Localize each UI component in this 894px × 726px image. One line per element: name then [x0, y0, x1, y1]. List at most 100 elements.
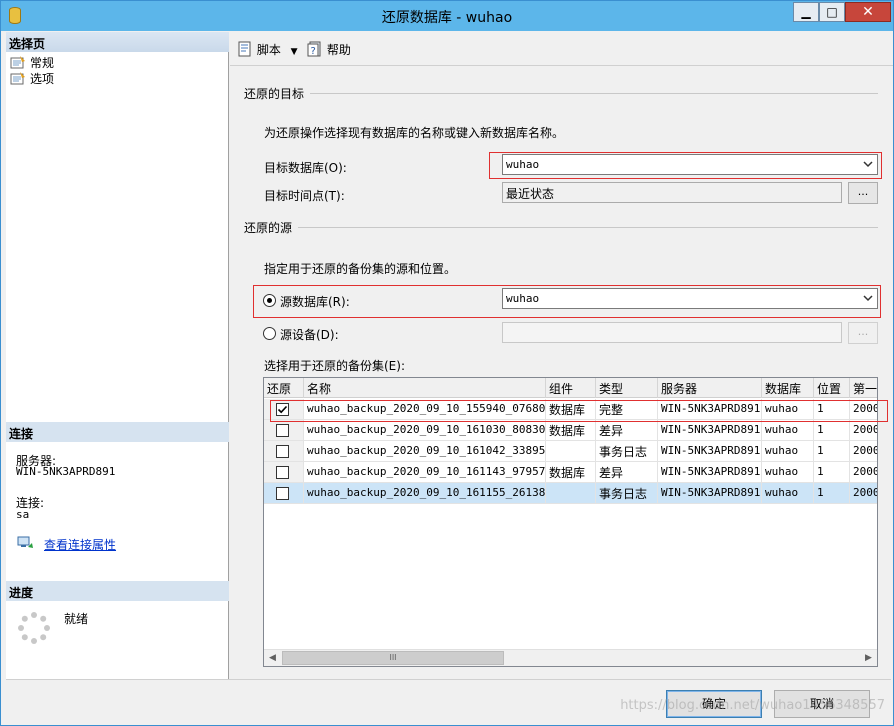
page-item-options[interactable]: 选项	[10, 70, 54, 87]
table-row[interactable]: wuhao_backup_2020_09_10_161155_2613898 事务…	[264, 483, 878, 504]
server-cell: WIN-5NK3APRD891	[658, 420, 762, 441]
source-device-radio[interactable]	[263, 327, 276, 340]
position-cell-text: 1	[817, 444, 824, 457]
first-lsn-cell: 2000	[850, 420, 878, 441]
scroll-right-icon[interactable]: ▶	[860, 650, 877, 666]
toolbar: 脚本 ▼ ? 帮助	[230, 32, 893, 66]
server-cell-text: WIN-5NK3APRD891	[661, 423, 761, 436]
source-device-browse-button[interactable]: ...	[848, 322, 878, 344]
type-cell: 差异	[596, 462, 658, 483]
group-divider	[298, 227, 878, 228]
column-header-restore[interactable]: 还原	[264, 378, 304, 398]
help-icon: ?	[307, 41, 321, 57]
table-row[interactable]: wuhao_backup_2020_09_10_161143_9795773 数据…	[264, 462, 877, 483]
name-cell: wuhao_backup_2020_09_10_161042_3389562	[304, 441, 546, 462]
destination-instruction: 为还原操作选择现有数据库的名称或键入新数据库名称。	[264, 126, 565, 140]
restore-checkbox[interactable]	[276, 445, 289, 458]
table-row[interactable]: wuhao_backup_2020_09_10_161042_3389562 事务…	[264, 441, 878, 462]
page-item-label: 常规	[30, 56, 55, 70]
main-panel: 还原的目标 为还原操作选择现有数据库的名称或键入新数据库名称。 目标数据库(O)…	[230, 67, 893, 679]
page-settings-icon	[10, 72, 25, 85]
column-header-component[interactable]: 组件	[546, 378, 596, 398]
database-cell: wuhao	[762, 441, 814, 462]
column-header-database[interactable]: 数据库	[762, 378, 814, 398]
progress-spinner-icon	[18, 612, 50, 644]
maximize-button[interactable]: □	[819, 2, 845, 22]
column-header-server[interactable]: 服务器	[658, 378, 762, 398]
maximize-icon: □	[826, 5, 838, 19]
first-lsn-cell: 2000	[850, 441, 878, 462]
view-connection-properties-link[interactable]: 查看连接属性	[44, 536, 116, 553]
close-button[interactable]: ✕	[845, 2, 891, 22]
type-cell: 事务日志	[596, 483, 658, 504]
target-time-browse-button[interactable]: ...	[848, 182, 878, 204]
page-item-general[interactable]: 常规	[10, 54, 54, 71]
first-lsn-cell-text: 2000	[853, 486, 878, 499]
component-cell-text: 数据库	[549, 424, 586, 438]
restore-checkbox[interactable]	[276, 487, 289, 500]
select-page-header: 选择页	[6, 32, 229, 52]
name-cell-text: wuhao_backup_2020_09_10_161143_9795773	[307, 465, 546, 478]
name-cell-text: wuhao_backup_2020_09_10_161030_8083097	[307, 423, 546, 436]
name-cell: wuhao_backup_2020_09_10_161030_8083097	[304, 420, 546, 441]
column-header-type[interactable]: 类型	[596, 378, 658, 398]
scroll-left-icon[interactable]: ◀	[264, 650, 281, 666]
page-settings-icon	[10, 56, 25, 69]
close-icon: ✕	[862, 4, 874, 20]
database-cell-text: wuhao	[765, 423, 799, 436]
restore-checkbox[interactable]	[276, 424, 289, 437]
restore-checkbox[interactable]	[276, 466, 289, 479]
name-cell-text: wuhao_backup_2020_09_10_161155_2613898	[307, 486, 546, 499]
chevron-down-icon[interactable]: ▼	[291, 47, 298, 57]
column-header-first-lsn[interactable]: 第一	[850, 378, 877, 398]
table-row[interactable]: wuhao_backup_2020_09_10_161030_8083097 数据…	[264, 420, 878, 441]
column-header-position[interactable]: 位置	[814, 378, 850, 398]
restore-cell[interactable]	[264, 441, 304, 462]
type-cell-text: 事务日志	[599, 487, 648, 501]
server-cell-text: WIN-5NK3APRD891	[661, 486, 761, 499]
help-label: 帮助	[326, 43, 351, 57]
restore-cell[interactable]	[264, 420, 304, 441]
backup-sets-label: 选择用于还原的备份集(E):	[264, 359, 405, 373]
first-lsn-cell: 2000	[850, 483, 878, 504]
database-cell: wuhao	[762, 420, 814, 441]
scrollbar-thumb[interactable]: III	[282, 651, 504, 665]
horizontal-scrollbar[interactable]: ◀ III ▶	[264, 649, 877, 666]
target-database-label: 目标数据库(O):	[264, 161, 347, 175]
connection-properties-icon	[17, 536, 33, 548]
server-cell: WIN-5NK3APRD891	[658, 483, 762, 504]
server-cell-text: WIN-5NK3APRD891	[661, 465, 761, 478]
grid-header: 还原 名称 组件 类型 服务器 数据库 位置 第一	[264, 378, 877, 398]
component-cell-text: 数据库	[549, 466, 586, 480]
highlight-box	[270, 400, 888, 422]
source-group-title: 还原的源	[244, 221, 293, 235]
first-lsn-cell: 2000	[850, 462, 877, 483]
progress-status: 就绪	[64, 612, 89, 626]
database-cell-text: wuhao	[765, 465, 799, 478]
database-cell: wuhao	[762, 483, 814, 504]
target-time-field: 最近状态	[502, 182, 842, 203]
help-button[interactable]: ? 帮助	[307, 41, 351, 58]
type-cell: 事务日志	[596, 441, 658, 462]
position-cell: 1	[814, 420, 850, 441]
window-title: 还原数据库 - wuhao	[381, 10, 513, 26]
destination-group-title: 还原的目标	[244, 87, 305, 101]
connection-value: sa	[16, 508, 30, 521]
title-bar[interactable]: 还原数据库 - wuhao ▁ □ ✕	[1, 1, 893, 31]
position-cell-text: 1	[817, 465, 824, 478]
component-cell: 数据库	[546, 420, 596, 441]
restore-cell[interactable]	[264, 483, 304, 504]
type-cell: 差异	[596, 420, 658, 441]
highlight-box	[489, 152, 882, 179]
restore-database-window: 还原数据库 - wuhao ▁ □ ✕ 选择页 常规 选项 连接 服务器: WI…	[0, 0, 894, 726]
position-cell-text: 1	[817, 423, 824, 436]
first-lsn-cell-text: 2000	[853, 423, 878, 436]
first-lsn-cell-text: 2000	[853, 444, 878, 457]
name-cell: wuhao_backup_2020_09_10_161143_9795773	[304, 462, 546, 483]
database-cell-text: wuhao	[765, 486, 799, 499]
restore-cell[interactable]	[264, 462, 304, 483]
script-button[interactable]: 脚本 ▼	[237, 41, 298, 58]
column-header-name[interactable]: 名称	[304, 378, 546, 398]
minimize-button[interactable]: ▁	[793, 2, 819, 22]
minimize-icon: ▁	[801, 5, 811, 19]
